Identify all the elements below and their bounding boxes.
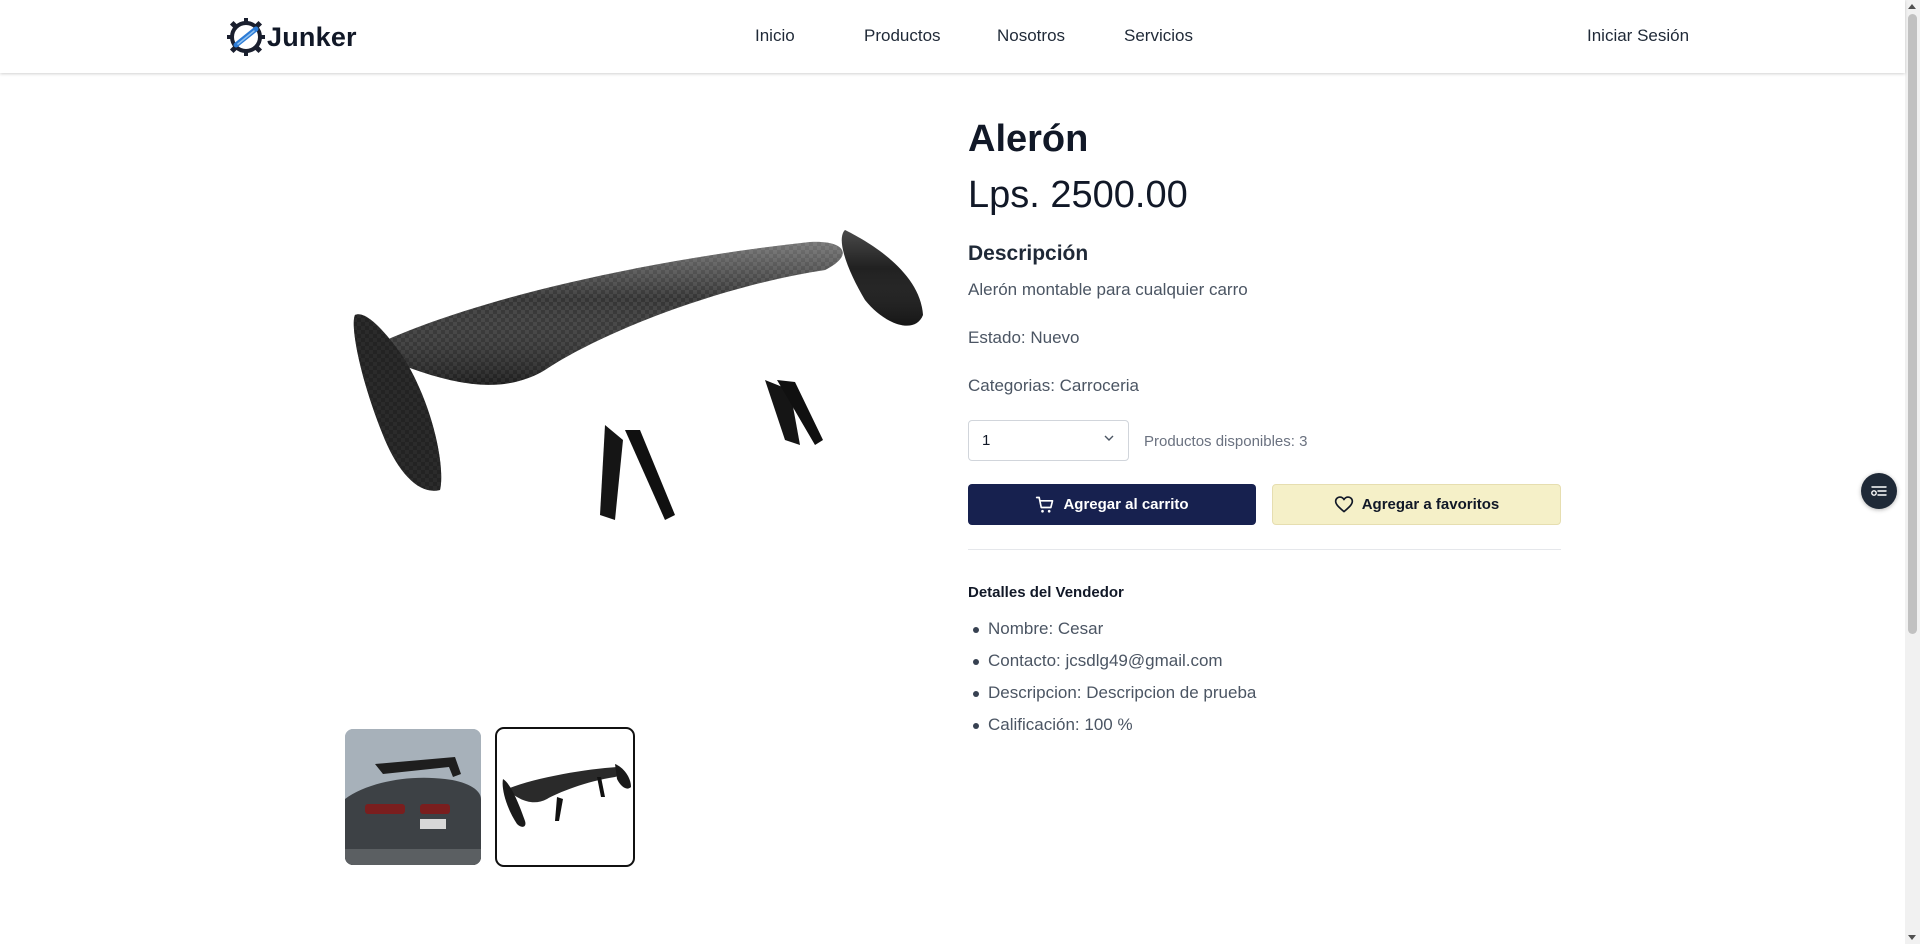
seller-name: Nombre: Cesar bbox=[968, 619, 1256, 651]
nav-productos[interactable]: Productos bbox=[864, 26, 941, 46]
product-main-image bbox=[345, 230, 925, 610]
heart-icon bbox=[1334, 495, 1353, 512]
seller-details-heading: Detalles del Vendedor bbox=[968, 584, 1124, 601]
description-heading: Descripción bbox=[968, 242, 1089, 265]
nav-servicios[interactable]: Servicios bbox=[1124, 26, 1193, 46]
brand-logo[interactable]: Junker bbox=[226, 17, 357, 57]
product-price: Lps. 2500.00 bbox=[968, 174, 1188, 216]
seller-contact: Contacto: jcsdlg49@gmail.com bbox=[968, 651, 1256, 683]
login-link[interactable]: Iniciar Sesión bbox=[1587, 26, 1689, 46]
nav-nosotros[interactable]: Nosotros bbox=[997, 26, 1065, 46]
add-to-favorites-label: Agregar a favoritos bbox=[1361, 496, 1500, 513]
available-stock: Productos disponibles: 3 bbox=[1144, 433, 1308, 450]
scroll-thumb[interactable] bbox=[1908, 14, 1917, 634]
scroll-up-arrow-icon[interactable] bbox=[1908, 4, 1916, 9]
junker-gear-logo-icon bbox=[227, 18, 265, 56]
quantity-value: 1 bbox=[982, 432, 991, 449]
list-filter-icon bbox=[1871, 486, 1887, 496]
product-categories: Categorias: Carroceria bbox=[968, 376, 1140, 395]
thumbnail-wing-photo[interactable] bbox=[495, 727, 635, 867]
thumbnail-car-photo[interactable] bbox=[345, 729, 481, 865]
floating-menu-button[interactable] bbox=[1861, 473, 1897, 509]
cart-icon bbox=[1036, 496, 1054, 513]
quantity-select[interactable]: 1 bbox=[968, 420, 1129, 461]
product-condition: Estado: Nuevo bbox=[968, 328, 1080, 347]
seller-description: Descripcion: Descripcion de prueba bbox=[968, 683, 1256, 715]
seller-rating: Calificación: 100 % bbox=[968, 715, 1256, 747]
top-navbar: Junker Inicio Productos Nosotros Servici… bbox=[0, 0, 1905, 73]
add-to-favorites-button[interactable]: Agregar a favoritos bbox=[1272, 484, 1561, 525]
add-to-cart-label: Agregar al carrito bbox=[1063, 496, 1189, 513]
chevron-down-icon bbox=[1104, 435, 1114, 441]
product-description: Alerón montable para cualquier carro bbox=[968, 280, 1248, 299]
brand-name: Junker bbox=[267, 21, 357, 52]
seller-details-list: Nombre: Cesar Contacto: jcsdlg49@gmail.c… bbox=[968, 619, 1256, 747]
add-to-cart-button[interactable]: Agregar al carrito bbox=[968, 484, 1256, 525]
nav-inicio[interactable]: Inicio bbox=[755, 26, 795, 46]
page-scrollbar[interactable] bbox=[1905, 0, 1920, 944]
product-title: Alerón bbox=[968, 118, 1089, 160]
section-divider bbox=[968, 549, 1561, 550]
scroll-down-arrow-icon[interactable] bbox=[1908, 935, 1916, 940]
